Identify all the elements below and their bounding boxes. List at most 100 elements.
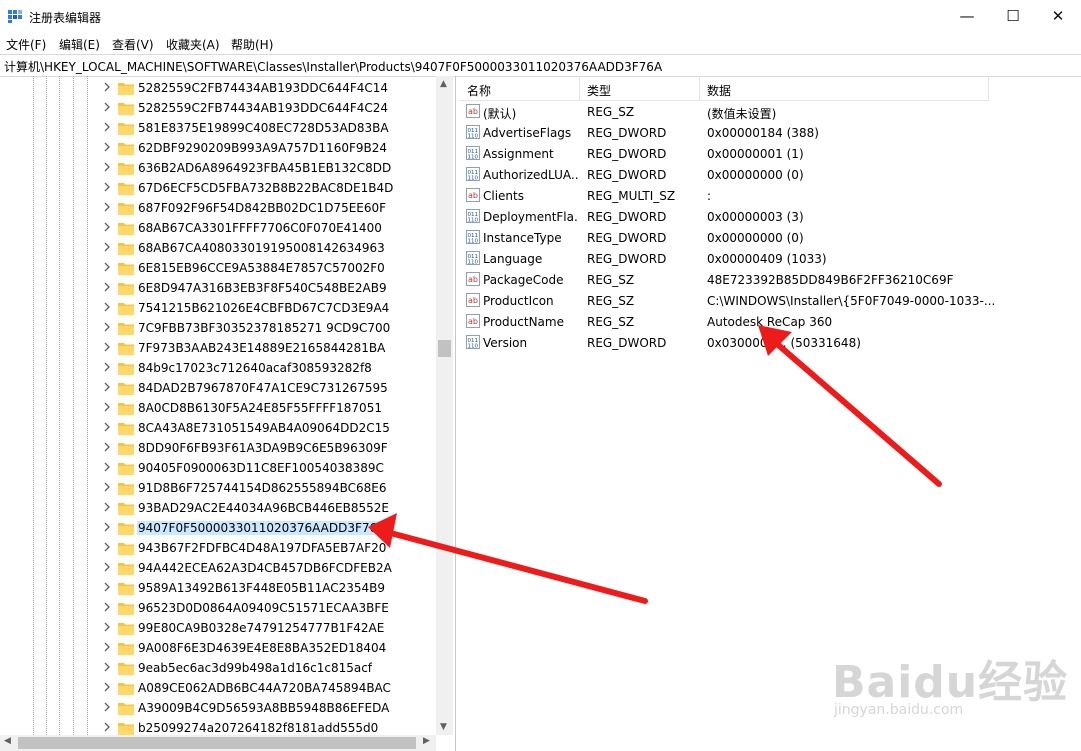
chevron-right-icon[interactable] [102,341,112,353]
value-row[interactable]: 011 110 InstanceType REG_DWORD 0x00000000 (0… [459,227,1079,248]
chevron-right-icon[interactable] [102,561,112,573]
value-row[interactable]: 011 110 Language REG_DWORD 0x00000409 (1033) [459,248,1079,269]
tree-item[interactable]: 9589A13492B613F448E05B11AC2354B9 [0,578,436,598]
tree-item[interactable]: 7F973B3AAB243E14889E2165844281BA [0,338,436,358]
chevron-right-icon[interactable] [102,601,112,613]
column-header-type[interactable]: 类型 [587,82,611,99]
close-button[interactable]: ✕ [1035,0,1081,33]
tree-item[interactable]: 636B2AD6A8964923FBA45B1EB132C8DD [0,158,436,178]
value-row[interactable]: 011 110 DeploymentFla... REG_DWORD 0x0000000… [459,206,1079,227]
value-row[interactable]: 011 110 AuthorizedLUA... REG_DWORD 0x0000000… [459,164,1079,185]
scroll-up-icon[interactable]: ▲ [440,79,447,89]
address-path[interactable]: 计算机\HKEY_LOCAL_MACHINE\SOFTWARE\Classes\… [4,58,662,75]
chevron-right-icon[interactable] [102,361,112,373]
value-row[interactable]: ab (默认) REG_SZ (数值未设置) [459,101,1079,122]
chevron-right-icon[interactable] [102,701,112,713]
chevron-right-icon[interactable] [102,281,112,293]
tree-item[interactable]: 68AB67CA3301FFFF7706C0F070E41400 [0,218,436,238]
tree-vertical-scrollbar[interactable]: ▲ ▼ [436,76,453,735]
chevron-right-icon[interactable] [102,441,112,453]
chevron-right-icon[interactable] [102,101,112,113]
chevron-right-icon[interactable] [102,241,112,253]
chevron-right-icon[interactable] [102,721,112,733]
chevron-right-icon[interactable] [102,201,112,213]
chevron-right-icon[interactable] [102,221,112,233]
tree-item[interactable]: 5282559C2FB74434AB193DDC644F4C24 [0,98,436,118]
tree-item[interactable]: 5282559C2FB74434AB193DDC644F4C14 [0,78,436,98]
value-row[interactable]: ab ProductName REG_SZ Autodesk ReCap 360 [459,311,1079,332]
menu-file[interactable]: 文件(F) [6,36,46,53]
chevron-right-icon[interactable] [102,661,112,673]
menu-favorites[interactable]: 收藏夹(A) [166,36,220,53]
menu-view[interactable]: 查看(V) [112,36,154,53]
tree-item[interactable]: 7541215B621026E4CBFBD67C7CD3E9A4 [0,298,436,318]
chevron-right-icon[interactable] [102,321,112,333]
minimize-button[interactable]: — [944,0,990,33]
chevron-right-icon[interactable] [102,261,112,273]
tree-item[interactable]: 62DBF9290209B993A9A757D1160F9B24 [0,138,436,158]
column-header-data[interactable]: 数据 [707,82,731,99]
tree-item[interactable]: 68AB67CA408033019195008142634963 [0,238,436,258]
chevron-right-icon[interactable] [102,641,112,653]
column-divider[interactable] [579,76,580,100]
tree-item[interactable]: 99E80CA9B0328e74791254777B1F42AE [0,618,436,638]
tree-item[interactable]: 93BAD29AC2E44034A96BCB446EB8552E [0,498,436,518]
value-row[interactable]: ab PackageCode REG_SZ 48E723392B85DD849B6F2… [459,269,1079,290]
tree-item[interactable]: 84b9c17023c712640acaf308593282f8 [0,358,436,378]
column-divider[interactable] [988,76,989,100]
chevron-right-icon[interactable] [102,121,112,133]
chevron-right-icon[interactable] [102,461,112,473]
column-header-name[interactable]: 名称 [467,82,491,99]
value-row[interactable]: ab ProductIcon REG_SZ C:\WINDOWS\Installer\… [459,290,1079,311]
chevron-right-icon[interactable] [102,541,112,553]
column-divider[interactable] [699,76,700,100]
chevron-right-icon[interactable] [102,161,112,173]
value-row[interactable]: ab Clients REG_MULTI_SZ: [459,185,1079,206]
value-row[interactable]: 011 110 AdvertiseFlags REG_DWORD 0x00000184 … [459,122,1079,143]
tree-item[interactable]: 581E8375E19899C408EC728D53AD83BA [0,118,436,138]
tree-item[interactable]: 687F092F96F54D842BB02DC1D75EE60F [0,198,436,218]
tree-item[interactable]: A39009B4C9D56593A8BB5948B86EFEDA [0,698,436,718]
tree-item[interactable]: 8CA43A8E731051549AB4A09064DD2C15 [0,418,436,438]
value-row[interactable]: 011 110 Assignment REG_DWORD 0x00000001 (1) [459,143,1079,164]
tree-item[interactable]: 6E8D947A316B3EB3F8F540C548BE2AB9 [0,278,436,298]
tree-item[interactable]: 8DD90F6FB93F61A3DA9B9C6E5B96309F [0,438,436,458]
chevron-right-icon[interactable] [102,581,112,593]
chevron-right-icon[interactable] [102,481,112,493]
tree-item[interactable]: 9eab5ec6ac3d99b498a1d16c1c815acf [0,658,436,678]
chevron-right-icon[interactable] [102,521,112,533]
tree-item[interactable]: 94A442ECEA62A3D4CB457DB6FCDFEB2A [0,558,436,578]
tree-item[interactable]: 9A008F6E3D4639E4E8E8BA352ED18404 [0,638,436,658]
tree-item-selected[interactable]: 9407F0F5000033011020376AADD3F76A [0,518,436,538]
tree-hscroll-thumb[interactable] [18,737,416,749]
chevron-right-icon[interactable] [102,81,112,93]
tree-item[interactable]: 91D8B6F725744154D862555894BC68E6 [0,478,436,498]
chevron-right-icon[interactable] [102,421,112,433]
address-bar[interactable]: 计算机\HKEY_LOCAL_MACHINE\SOFTWARE\Classes\… [0,54,1081,77]
tree-item[interactable]: 90405F0900063D11C8EF10054038389C [0,458,436,478]
scroll-down-icon[interactable]: ▼ [440,722,447,732]
tree-item[interactable]: 943B67F2FDFBC4D48A197DFA5EB7AF20 [0,538,436,558]
scroll-left-icon[interactable]: ◀ [4,736,11,746]
menu-edit[interactable]: 编辑(E) [59,36,100,53]
scroll-right-icon[interactable]: ▶ [423,736,430,746]
maximize-button[interactable]: ☐ [990,0,1036,33]
chevron-right-icon[interactable] [102,141,112,153]
chevron-right-icon[interactable] [102,621,112,633]
chevron-right-icon[interactable] [102,181,112,193]
chevron-right-icon[interactable] [102,301,112,313]
menu-help[interactable]: 帮助(H) [231,36,273,53]
value-row[interactable]: 011 110 Version REG_DWORD 0x0300000... (5033… [459,332,1079,353]
tree-item[interactable]: 96523D0D0864A09409C51571ECAA3BFE [0,598,436,618]
chevron-right-icon[interactable] [102,401,112,413]
tree-horizontal-scrollbar[interactable]: ◀ ▶ [0,735,436,751]
tree-scroll-thumb[interactable] [438,340,451,357]
chevron-right-icon[interactable] [102,501,112,513]
tree-item[interactable]: 67D6ECF5CD5FBA732B8B22BAC8DE1B4D [0,178,436,198]
chevron-right-icon[interactable] [102,381,112,393]
tree-item[interactable]: 7C9FBB73BF30352378185271 9CD9C700 [0,318,436,338]
tree-item[interactable]: 6E815EB96CCE9A53884E7857C57002F0 [0,258,436,278]
tree-item[interactable]: 8A0CD8B6130F5A24E85F55FFFF187051 [0,398,436,418]
tree-item[interactable]: A089CE062ADB6BC44A720BA745894BAC [0,678,436,698]
chevron-right-icon[interactable] [102,681,112,693]
